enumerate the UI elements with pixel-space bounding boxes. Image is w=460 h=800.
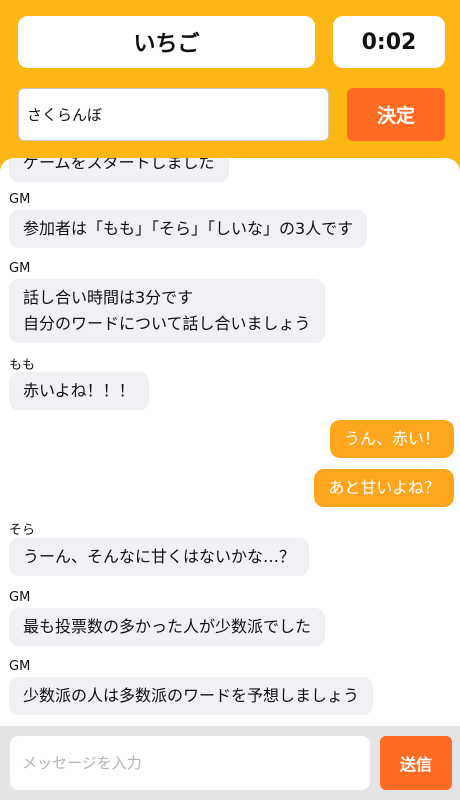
- composer-bar: 送信: [0, 726, 460, 800]
- message-bubble: 参加者は「もも」「そら」「しいな」の3人です: [9, 210, 368, 248]
- message-text: 最も投票数の多かった人が少数派でした: [23, 617, 312, 636]
- message-sender: GM: [9, 192, 31, 207]
- message-bubble: 話し合い時間は3分です 自分のワードについて話し合いましょう: [9, 279, 325, 343]
- message-text: あと甘いよね？: [328, 478, 440, 497]
- message-text: 赤いよね！！！: [23, 381, 135, 400]
- message-sender: GM: [9, 659, 31, 674]
- message-bubble: 最も投票数の多かった人が少数派でした: [9, 608, 326, 646]
- my-message-bubble: うん、赤い！: [329, 420, 454, 458]
- chat-panel[interactable]: ゲームをスタートしました GM 参加者は「もも」「そら」「しいな」の3人です G…: [0, 158, 460, 726]
- message-sender: もも: [9, 358, 36, 373]
- decide-button[interactable]: 決定: [347, 88, 445, 141]
- message-bubble: 赤いよね！！！: [9, 372, 149, 410]
- message-text: うん、赤い！: [343, 429, 440, 448]
- message-bubble: 少数派の人は多数派のワードを予想しましょう: [9, 677, 374, 715]
- message-text: ゲームをスタートしました: [23, 158, 215, 172]
- message-text: 自分のワードについて話し合いましょう: [23, 314, 311, 333]
- message-sender: そら: [9, 523, 36, 538]
- message-input[interactable]: [10, 736, 370, 790]
- message-bubble: うーん、そんなに甘くはないかな…？: [9, 538, 310, 576]
- message-sender: GM: [9, 590, 31, 605]
- message-text: うーん、そんなに甘くはないかな…？: [23, 547, 296, 566]
- message-text: 参加者は「もも」「そら」「しいな」の3人です: [23, 219, 354, 238]
- message-text: 少数派の人は多数派のワードを予想しましょう: [23, 686, 360, 705]
- timer-display: 0:02: [333, 16, 445, 68]
- secret-word-display: いちご: [18, 16, 315, 68]
- my-message-bubble: あと甘いよね？: [314, 469, 454, 507]
- message-sender: GM: [9, 261, 31, 276]
- answer-input[interactable]: [18, 88, 329, 141]
- send-button[interactable]: 送信: [380, 736, 452, 790]
- message-bubble: ゲームをスタートしました: [9, 158, 229, 182]
- message-text: 話し合い時間は3分です: [23, 288, 194, 307]
